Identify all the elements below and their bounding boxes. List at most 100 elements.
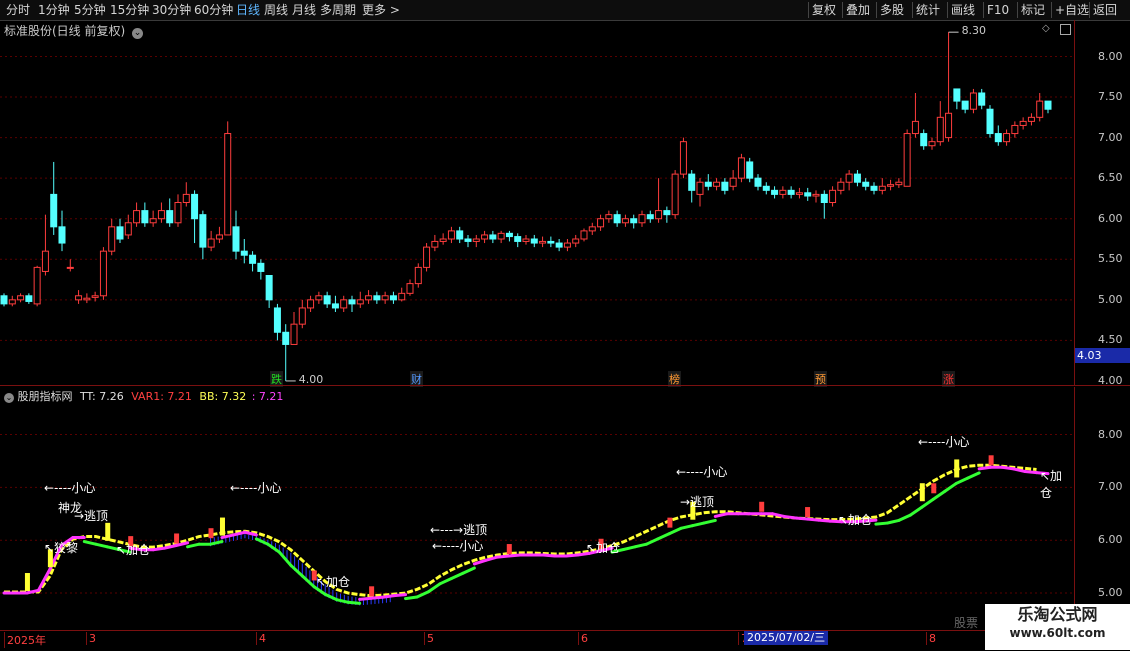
period-tab-10[interactable]: 更多 >: [362, 2, 400, 18]
signal-bar: [954, 459, 960, 478]
candle-body: [903, 133, 911, 187]
candle-body: [1011, 124, 1019, 135]
date-axis: [0, 630, 1130, 651]
tt-segment: [381, 594, 396, 599]
candle-body: [66, 266, 74, 269]
period-tab-8[interactable]: 月线: [292, 2, 316, 18]
indicator-annotation: ↖狡黎: [44, 541, 79, 555]
candle-body: [961, 100, 969, 110]
date-label: 4: [256, 632, 266, 645]
candle-body: [166, 210, 174, 224]
candle-body: [365, 295, 373, 301]
toolbar-separator: [947, 2, 948, 18]
candle-body: [878, 185, 886, 191]
candle-body: [737, 157, 745, 179]
price-tick: 5.50: [1098, 252, 1123, 266]
tt-segment: [358, 596, 373, 601]
toolbar-separator: [1017, 2, 1018, 18]
tt-segment: [541, 553, 557, 558]
candle-body: [671, 173, 679, 216]
tool-button-2[interactable]: 多股: [880, 2, 904, 18]
toolbar-separator: [912, 2, 913, 18]
indicator-tick: 7.00: [1098, 480, 1123, 494]
candle-body: [8, 299, 16, 305]
candle-body: [787, 189, 795, 195]
candle-body: [804, 192, 812, 197]
period-tab-5[interactable]: 60分钟: [194, 2, 233, 18]
candle-body: [215, 234, 223, 240]
tt-segment: [954, 476, 970, 485]
candle-body: [887, 184, 895, 187]
watermark-brand: 乐淘公式网: [1017, 605, 1098, 624]
top-toolbar: 分时 1分钟 5分钟 15分钟 30分钟 60分钟 日线 周线 月线 多周期 更多 > 复权 叠加 多股统…: [0, 0, 1130, 21]
candle-body: [911, 120, 919, 135]
candlestick-chart[interactable]: 8.30 4.00 跌财榜预涨: [0, 20, 1074, 387]
candle-body: [853, 173, 861, 183]
candle-body: [779, 189, 787, 195]
candle-body: [547, 240, 555, 244]
candle-body: [563, 242, 571, 248]
tool-button-1[interactable]: 叠加: [846, 2, 870, 18]
tool-button-3[interactable]: 统计: [916, 2, 940, 18]
candle-body: [663, 210, 671, 216]
tt-segment: [495, 554, 511, 559]
period-tab-2[interactable]: 5分钟: [74, 2, 106, 18]
tt-segment: [633, 542, 648, 549]
indicator-chart[interactable]: ←----小心 神龙 →逃顶 ↖狡黎 ↖加仓 ←----小心 ↖加仓 ←---→逃顶 ←----…: [0, 387, 1074, 630]
tool-button-0[interactable]: 复权: [812, 2, 836, 18]
period-tab-9[interactable]: 多周期: [320, 2, 356, 18]
tool-button-6[interactable]: 标记: [1021, 2, 1045, 18]
period-tab-4[interactable]: 30分钟: [152, 2, 191, 18]
tool-button-5[interactable]: F10: [987, 2, 1009, 18]
candle-body: [381, 295, 389, 301]
candle-body: [58, 226, 66, 244]
tt-segment: [82, 540, 98, 546]
tt-segment: [186, 542, 201, 549]
candle-body: [323, 295, 331, 305]
signal-bar: [759, 501, 765, 512]
period-tab-6[interactable]: 日线: [236, 2, 260, 18]
period-tab-7[interactable]: 周线: [264, 2, 288, 18]
tt-segment: [817, 518, 832, 523]
candle-body: [273, 307, 281, 333]
candle-body: [423, 246, 431, 268]
tool-button-4[interactable]: 画线: [951, 2, 975, 18]
tt-segment: [656, 532, 671, 541]
candle-body: [91, 295, 99, 298]
tt-segment: [1000, 465, 1016, 471]
signal-bar: [919, 483, 925, 502]
tool-button-8[interactable]: 返回: [1093, 2, 1117, 18]
period-tab-3[interactable]: 15分钟: [110, 2, 149, 18]
tt-segment: [335, 598, 350, 604]
candle-body: [406, 283, 414, 294]
candle-body: [182, 193, 190, 203]
toolbar-separator: [842, 2, 843, 18]
tt-segment: [392, 593, 408, 598]
candle-body: [472, 238, 480, 242]
tool-button-7[interactable]: +自选: [1055, 2, 1089, 18]
price-tick: 8.00: [1098, 49, 1123, 63]
candle-body: [1036, 100, 1044, 118]
indicator-tick: 5.00: [1098, 586, 1123, 600]
candle-body: [605, 214, 613, 220]
date-label: 5: [424, 632, 434, 645]
candle-body: [50, 193, 58, 228]
candle-body: [746, 161, 754, 179]
indicator-annotation: ←----小心: [676, 465, 728, 479]
candle-body: [257, 262, 265, 272]
candle-body: [696, 181, 704, 195]
tt-segment: [690, 521, 706, 528]
tt-segment: [1012, 467, 1027, 474]
candle-body: [481, 234, 489, 240]
date-label: 6: [578, 632, 588, 645]
tt-segment: [461, 566, 476, 575]
signal-bar: [219, 517, 225, 536]
candle-body: [994, 133, 1002, 143]
candle-body: [456, 230, 464, 240]
period-tab-0[interactable]: 分时: [6, 2, 30, 18]
period-tab-1[interactable]: 1分钟: [38, 2, 70, 18]
panel-divider: [0, 385, 1130, 386]
tt-segment: [346, 600, 362, 605]
candle-body: [530, 238, 538, 244]
candle-body: [99, 250, 107, 297]
